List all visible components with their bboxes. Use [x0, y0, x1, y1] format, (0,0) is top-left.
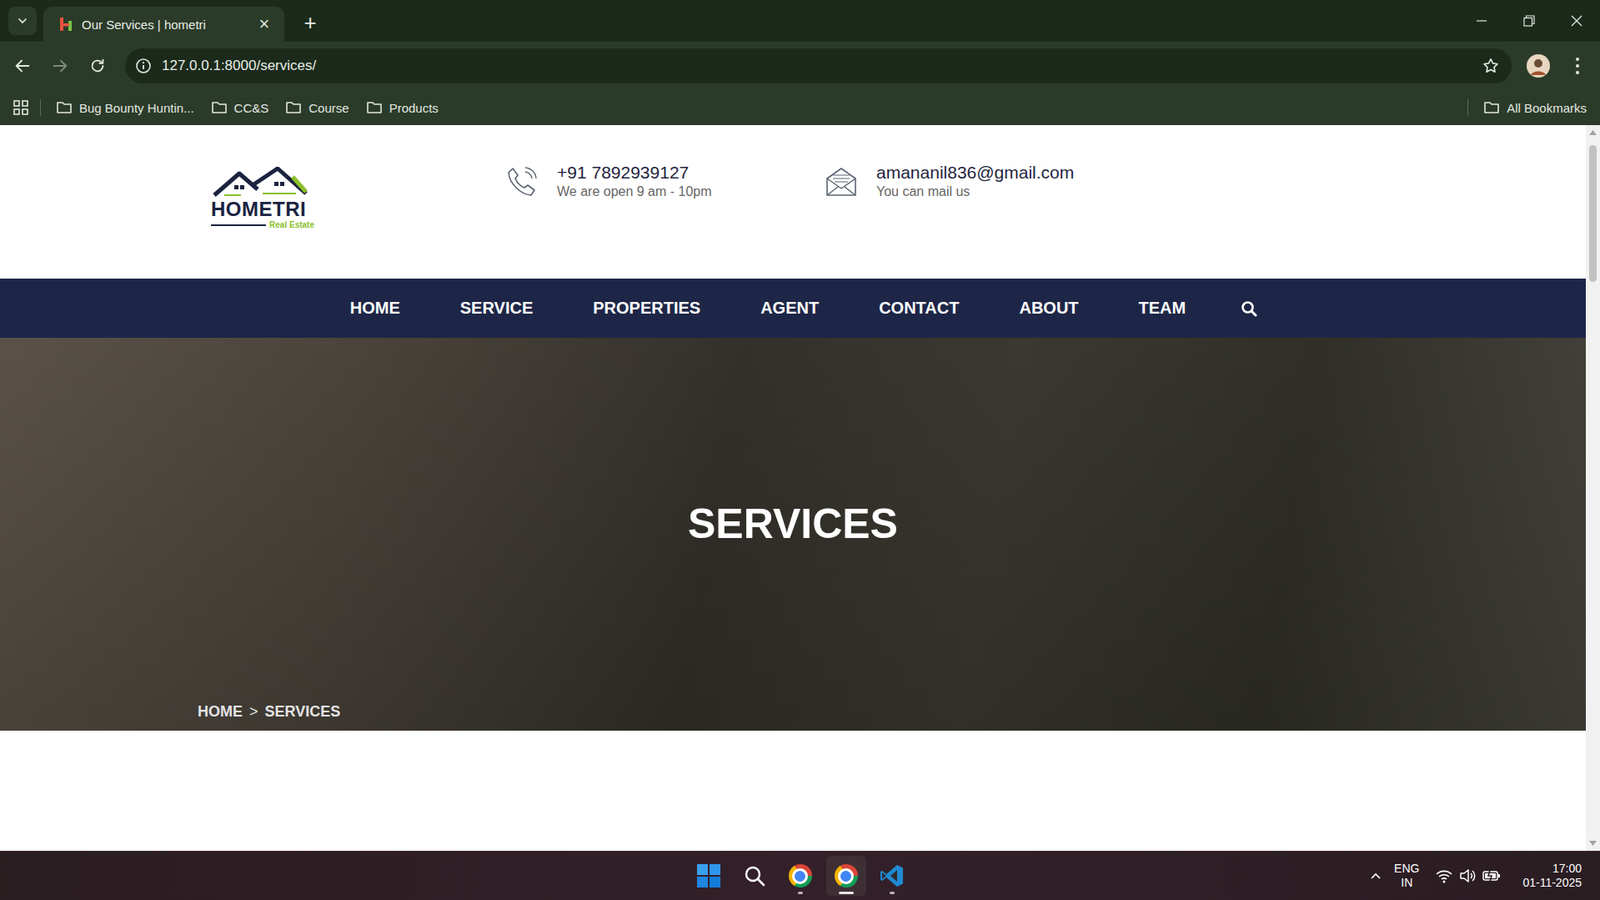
- contact-subtitle: You can mail us: [876, 183, 1074, 201]
- all-bookmarks-folder[interactable]: All Bookmarks: [1474, 96, 1595, 119]
- running-indicator: [838, 891, 854, 894]
- search-icon[interactable]: [1232, 291, 1266, 326]
- minimize-icon[interactable]: [1457, 0, 1505, 42]
- region: IN: [1400, 875, 1413, 890]
- bookmarks-separator: [1467, 99, 1469, 116]
- time: 17:00: [1552, 861, 1582, 876]
- bookmark-label: All Bookmarks: [1506, 100, 1587, 116]
- running-indicator: [889, 891, 895, 894]
- breadcrumb-item: SERVICES: [265, 702, 342, 721]
- hometri-logo[interactable]: HOMETRIReal Estate: [210, 166, 315, 230]
- scroll-down-icon[interactable]: [1589, 838, 1597, 848]
- scroll-thumb[interactable]: [1589, 145, 1597, 282]
- folder-icon: [285, 100, 302, 116]
- nav-item[interactable]: CONTACT: [848, 290, 989, 327]
- menu-dots-icon[interactable]: [1564, 50, 1590, 81]
- bookmarks-separator: [40, 99, 41, 116]
- phone-contact: +91 7892939127We are open 9 am - 10pm: [505, 161, 825, 201]
- folder-icon: [1483, 100, 1500, 116]
- taskbar-app[interactable]: [872, 855, 913, 896]
- system-tray: ENGIN 17:0001-11-2025: [912, 861, 1600, 890]
- windows-start-icon: [696, 862, 722, 888]
- logo-tagline: Real Estate: [269, 220, 315, 230]
- site-header: HOMETRIReal Estate +91 7892939127We are o…: [0, 125, 1586, 279]
- main-nav: HOMESERVICEPROPERTIESAGENTCONTACTABOUTTE…: [0, 278, 1586, 338]
- language: ENG: [1394, 861, 1420, 876]
- taskbar-app[interactable]: [734, 855, 775, 896]
- taskbar-app[interactable]: [780, 855, 821, 896]
- address-text[interactable]: 127.0.0.1:8000/services/: [161, 57, 1472, 75]
- web-page: HOMETRIReal Estate +91 7892939127We are o…: [0, 125, 1586, 851]
- folder-icon: [210, 100, 228, 116]
- bookmark-label: Products: [389, 100, 439, 116]
- battery-icon[interactable]: [1482, 868, 1501, 883]
- bookmark-folder[interactable]: Course: [276, 96, 357, 119]
- clock[interactable]: 17:0001-11-2025: [1522, 861, 1582, 890]
- bookmark-folder[interactable]: Products: [357, 96, 447, 119]
- search-icon: [742, 863, 767, 888]
- vscode-icon: [879, 862, 905, 888]
- tab-title: Our Services | hometri: [81, 17, 246, 32]
- running-indicator: [797, 891, 803, 894]
- nav-item[interactable]: HOME: [320, 290, 431, 327]
- site-info-icon[interactable]: [135, 57, 152, 75]
- taskbar-apps: [688, 855, 913, 896]
- contact-subtitle: We are open 9 am - 10pm: [556, 183, 713, 201]
- new-tab-button[interactable]: +: [297, 11, 323, 34]
- mail-icon: [824, 165, 858, 199]
- nav-item[interactable]: ABOUT: [988, 290, 1109, 327]
- hero-banner: SERVICESHOME>SERVICES: [0, 337, 1586, 731]
- nav-item[interactable]: TEAM: [1108, 290, 1217, 327]
- forward-arrow-icon[interactable]: [45, 50, 76, 81]
- houses-logo-icon: [210, 166, 311, 199]
- close-window-icon[interactable]: [1552, 0, 1600, 42]
- nav-item[interactable]: PROPERTIES: [562, 290, 731, 327]
- address-bar[interactable]: 127.0.0.1:8000/services/: [125, 48, 1512, 84]
- breadcrumb-separator: >: [249, 702, 259, 721]
- reload-icon[interactable]: [82, 50, 113, 81]
- nav-item[interactable]: AGENT: [730, 290, 849, 327]
- wifi-icon[interactable]: [1435, 867, 1453, 883]
- logo-name: HOMETRI: [210, 198, 315, 221]
- date: 01-11-2025: [1522, 875, 1582, 890]
- chrome-icon: [834, 863, 858, 888]
- chevron-up-icon[interactable]: [1369, 868, 1383, 883]
- browser-toolbar: 127.0.0.1:8000/services/: [0, 41, 1600, 91]
- tab-close-button[interactable]: ×: [254, 15, 275, 34]
- bookmark-folder[interactable]: Bug Bounty Huntin...: [47, 96, 203, 119]
- breadcrumb: HOME > SERVICES: [0, 702, 1586, 731]
- folder-icon: [366, 100, 383, 116]
- nav-item[interactable]: SERVICE: [430, 290, 563, 327]
- scrollbar[interactable]: [1585, 125, 1600, 851]
- input-language[interactable]: ENGIN: [1394, 861, 1420, 890]
- folder-icon: [55, 100, 73, 116]
- volume-icon[interactable]: [1459, 867, 1476, 883]
- scroll-up-icon[interactable]: [1589, 128, 1597, 137]
- apps-grid-icon[interactable]: [8, 95, 34, 121]
- taskbar: ENGIN 17:0001-11-2025: [0, 850, 1600, 900]
- bookmark-folder[interactable]: CC&S: [202, 96, 278, 119]
- chrome-icon: [788, 863, 813, 888]
- hometri-favicon-icon: [58, 16, 74, 32]
- contact-title[interactable]: +91 7892939127: [556, 161, 713, 184]
- taskbar-app[interactable]: [688, 855, 729, 896]
- bookmark-star-icon[interactable]: [1481, 56, 1500, 76]
- bookmark-label: Course: [308, 100, 349, 116]
- contact-title[interactable]: amananil836@gmail.com: [876, 161, 1074, 184]
- breadcrumb-item[interactable]: HOME: [197, 702, 243, 721]
- tab-list-chevron-icon[interactable]: [8, 6, 37, 36]
- mail-contact: amananil836@gmail.comYou can mail us: [824, 161, 1074, 201]
- bookmarks-bar: Bug Bounty Huntin... CC&S Course Products Al…: [0, 90, 1600, 126]
- back-arrow-icon[interactable]: [7, 50, 38, 81]
- bookmark-label: CC&S: [234, 100, 270, 116]
- hero-title: SERVICES: [0, 337, 1586, 703]
- profile-avatar-icon[interactable]: [1523, 50, 1554, 81]
- restore-icon[interactable]: [1504, 0, 1553, 42]
- taskbar-app[interactable]: [826, 855, 867, 896]
- tab-strip: Our Services | hometri × +: [0, 0, 1600, 42]
- bookmark-label: Bug Bounty Huntin...: [79, 100, 195, 116]
- browser-tab[interactable]: Our Services | hometri ×: [43, 6, 285, 42]
- phone-icon: [505, 165, 539, 199]
